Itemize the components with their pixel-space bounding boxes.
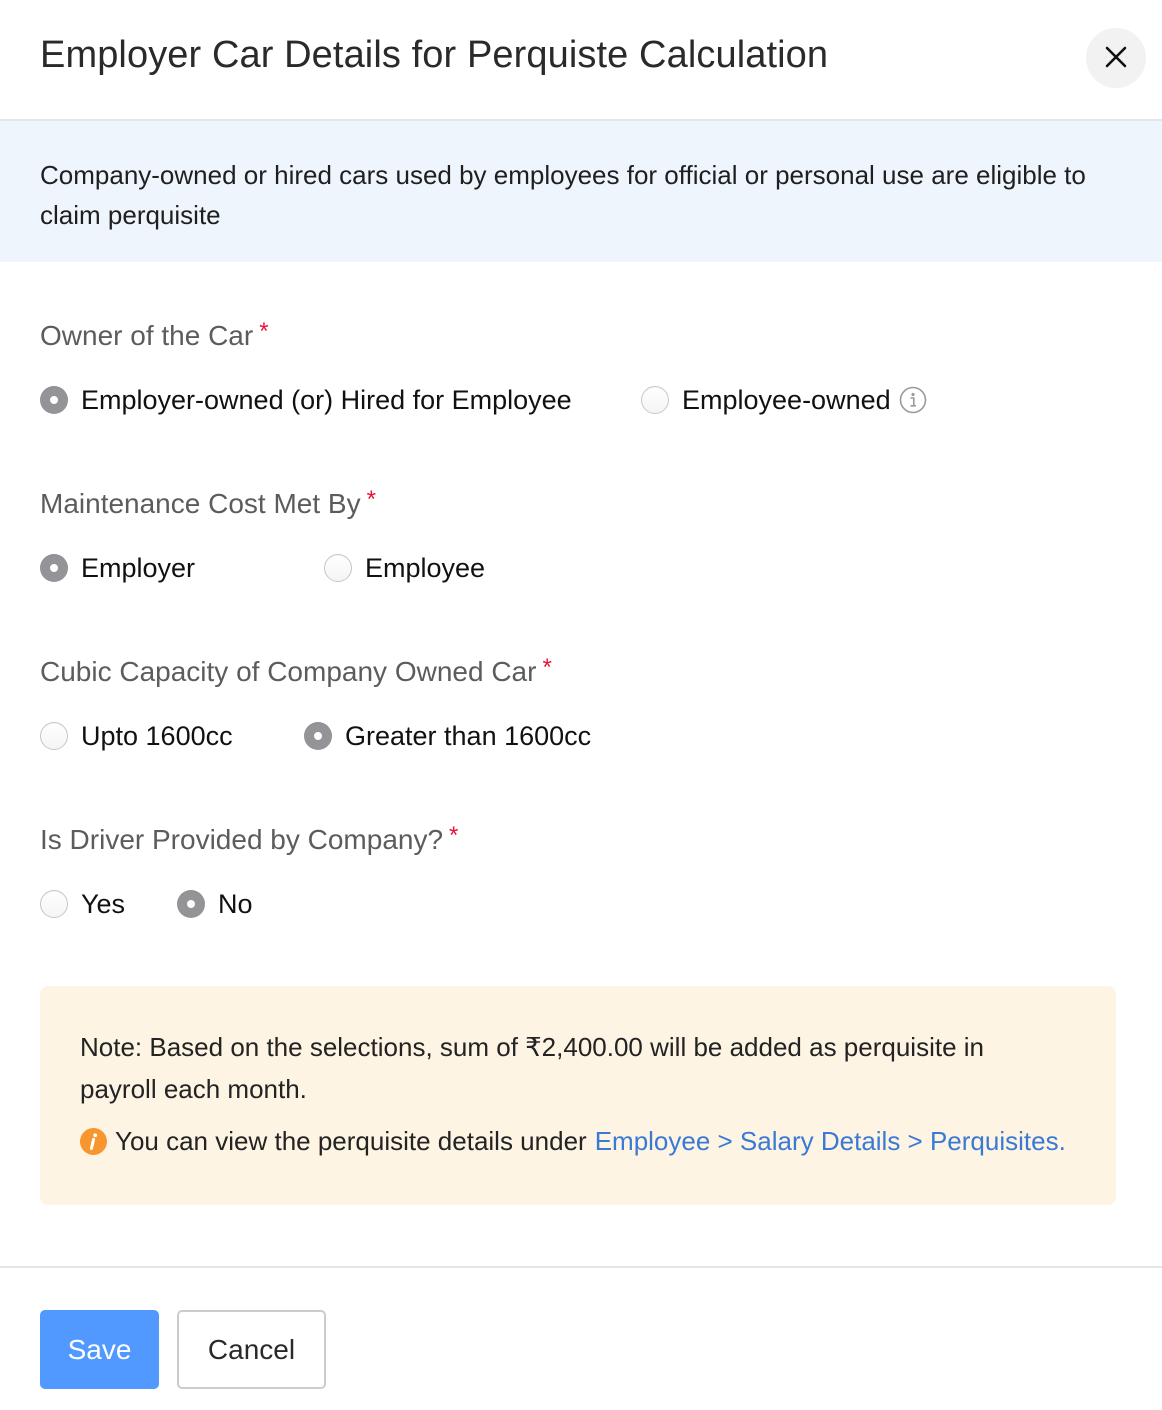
close-icon bbox=[1104, 45, 1128, 72]
radio-button-checked[interactable] bbox=[304, 722, 332, 750]
cubic-capacity-label-text: Cubic Capacity of Company Owned Car bbox=[40, 656, 537, 687]
save-button[interactable]: Save bbox=[40, 1310, 159, 1389]
radio-label: No bbox=[218, 888, 253, 919]
radio-greater-than-1600cc[interactable]: Greater than 1600cc bbox=[304, 718, 591, 754]
maintenance-cost-label: Maintenance Cost Met By * bbox=[40, 486, 1120, 522]
cubic-capacity-radio-group: Upto 1600cc Greater than 1600cc bbox=[40, 718, 1120, 754]
info-banner: Company-owned or hired cars used by empl… bbox=[0, 121, 1162, 262]
required-marker: * bbox=[366, 486, 376, 513]
perquisite-note-text: Note: Based on the selections, sum of ₹2… bbox=[80, 1032, 984, 1104]
maintenance-cost-label-text: Maintenance Cost Met By bbox=[40, 488, 361, 519]
radio-upto-1600cc[interactable]: Upto 1600cc bbox=[40, 718, 233, 754]
perquisite-car-modal: Employer Car Details for Perquiste Calcu… bbox=[0, 0, 1162, 1410]
radio-driver-yes[interactable]: Yes bbox=[40, 886, 125, 922]
modal-header: Employer Car Details for Perquiste Calcu… bbox=[0, 0, 1162, 121]
perquisite-note-box: Note: Based on the selections, sum of ₹2… bbox=[40, 986, 1116, 1205]
driver-provided-radio-group: Yes No bbox=[40, 886, 1120, 922]
radio-employer-owned[interactable]: Employer-owned (or) Hired for Employee bbox=[40, 382, 572, 418]
perquisites-link[interactable]: Employee > Salary Details > Perquisites. bbox=[595, 1126, 1066, 1157]
radio-label: Yes bbox=[81, 888, 126, 919]
radio-employee-owned[interactable]: Employee-owned bbox=[641, 382, 927, 418]
radio-label: Greater than 1600cc bbox=[345, 720, 592, 751]
perquisite-hint-text: You can view the perquisite details unde… bbox=[115, 1126, 587, 1156]
radio-label: Employee-owned bbox=[682, 384, 891, 415]
radio-button-unchecked[interactable] bbox=[324, 554, 352, 582]
radio-label: Upto 1600cc bbox=[81, 720, 233, 751]
cancel-button[interactable]: Cancel bbox=[177, 1310, 326, 1389]
radio-maintenance-employee[interactable]: Employee bbox=[324, 550, 485, 586]
owner-of-car-label-text: Owner of the Car bbox=[40, 320, 254, 351]
radio-button-unchecked[interactable] bbox=[40, 722, 68, 750]
radio-button-unchecked[interactable] bbox=[641, 386, 669, 414]
radio-button-unchecked[interactable] bbox=[40, 890, 68, 918]
radio-label: Employee bbox=[365, 552, 486, 583]
modal-footer: Save Cancel bbox=[0, 1266, 1162, 1410]
close-button[interactable] bbox=[1086, 28, 1146, 88]
required-marker: * bbox=[259, 318, 269, 345]
modal-title: Employer Car Details for Perquiste Calcu… bbox=[40, 34, 829, 76]
perquisite-hint: You can view the perquisite details unde… bbox=[80, 1126, 1076, 1157]
radio-maintenance-employer[interactable]: Employer bbox=[40, 550, 195, 586]
required-marker: * bbox=[542, 654, 552, 681]
maintenance-cost-radio-group: Employer Employee bbox=[40, 550, 1120, 586]
cubic-capacity-label: Cubic Capacity of Company Owned Car * bbox=[40, 654, 1120, 690]
radio-driver-no[interactable]: No bbox=[177, 886, 253, 922]
driver-provided-group: Is Driver Provided by Company? * Yes No bbox=[40, 822, 1120, 922]
radio-button-checked[interactable] bbox=[40, 386, 68, 414]
info-circle-orange-icon bbox=[80, 1128, 107, 1155]
owner-of-car-radio-group: Employer-owned (or) Hired for Employee E… bbox=[40, 382, 1120, 418]
radio-label: Employer bbox=[81, 552, 196, 583]
driver-provided-label-text: Is Driver Provided by Company? bbox=[40, 824, 444, 855]
info-icon[interactable] bbox=[899, 386, 927, 414]
maintenance-cost-group: Maintenance Cost Met By * Employer Employ… bbox=[40, 486, 1120, 586]
radio-label: Employer-owned (or) Hired for Employee bbox=[81, 384, 572, 415]
owner-of-car-label: Owner of the Car * bbox=[40, 318, 1120, 354]
owner-of-car-group: Owner of the Car * Employer-owned (or) Hi… bbox=[40, 318, 1120, 418]
radio-button-checked[interactable] bbox=[40, 554, 68, 582]
info-banner-text: Company-owned or hired cars used by empl… bbox=[40, 160, 1086, 230]
driver-provided-label: Is Driver Provided by Company? * bbox=[40, 822, 1120, 858]
cubic-capacity-group: Cubic Capacity of Company Owned Car * Upt… bbox=[40, 654, 1120, 754]
required-marker: * bbox=[449, 822, 459, 849]
radio-button-checked[interactable] bbox=[177, 890, 205, 918]
